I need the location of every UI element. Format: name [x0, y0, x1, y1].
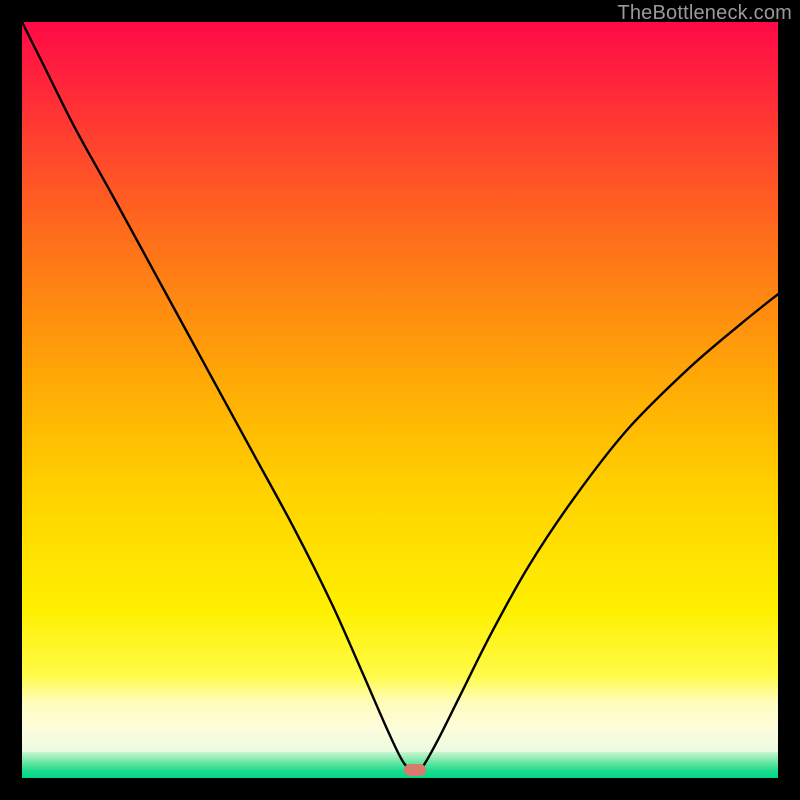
chart-frame: TheBottleneck.com — [0, 0, 800, 800]
minimum-marker — [404, 764, 426, 776]
bottleneck-curve — [22, 22, 778, 771]
curve-layer — [22, 22, 778, 778]
plot-area — [22, 22, 778, 778]
